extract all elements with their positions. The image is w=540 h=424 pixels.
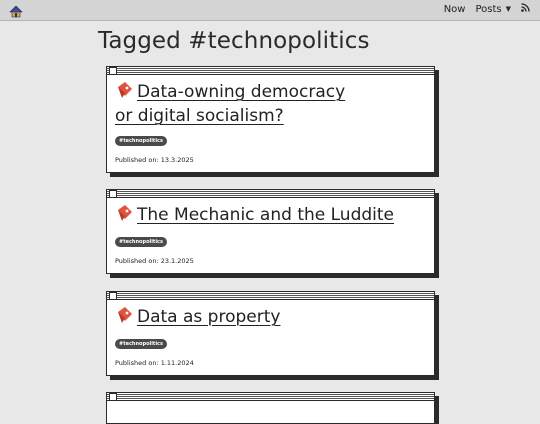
site-logo-icon[interactable] — [9, 3, 23, 22]
chevron-down-icon[interactable]: ▼ — [506, 5, 511, 13]
published-date: Published on: 1.11.2024 — [115, 359, 194, 367]
card-close-box-icon — [109, 190, 117, 198]
post-title: Data as property — [115, 306, 426, 330]
published-date: Published on: 13.3.2025 — [115, 156, 194, 164]
bookmark-icon — [115, 204, 133, 228]
post-card: Data as property #technopolitics Publish… — [106, 291, 435, 376]
post-card — [106, 392, 435, 424]
bookmark-icon — [115, 81, 133, 105]
post-title-link-continued[interactable]: or digital socialism? — [115, 106, 284, 126]
card-title-bar — [107, 393, 434, 401]
bookmark-icon — [115, 306, 133, 330]
page-title: Tagged #technopolitics — [98, 28, 370, 54]
post-title: The Mechanic and the Luddite — [115, 204, 426, 228]
tag-badge[interactable]: #technopolitics — [115, 339, 167, 349]
card-title-bar — [107, 292, 434, 300]
post-card: Data-owning democracy or digital sociali… — [106, 66, 435, 173]
nav-posts-link[interactable]: Posts — [475, 4, 501, 15]
card-close-box-icon — [109, 292, 117, 300]
published-date: Published on: 23.1.2025 — [115, 257, 194, 265]
post-title: Data-owning democracy or digital sociali… — [115, 81, 426, 127]
card-title-bar — [107, 67, 434, 75]
nav-now-link[interactable]: Now — [444, 4, 466, 15]
post-card: The Mechanic and the Luddite #technopoli… — [106, 189, 435, 274]
card-title-bar — [107, 190, 434, 198]
main-nav: Now Posts ▼ — [444, 3, 530, 15]
rss-icon[interactable] — [521, 3, 530, 15]
top-bar: Now Posts ▼ — [0, 0, 540, 21]
post-title-link[interactable]: Data-owning democracy — [137, 82, 345, 102]
card-close-box-icon — [109, 67, 117, 75]
post-title-link[interactable]: Data as property — [137, 307, 280, 327]
tag-badge[interactable]: #technopolitics — [115, 136, 167, 146]
post-title-link[interactable]: The Mechanic and the Luddite — [137, 205, 394, 225]
card-close-box-icon — [109, 393, 117, 401]
tag-badge[interactable]: #technopolitics — [115, 237, 167, 247]
